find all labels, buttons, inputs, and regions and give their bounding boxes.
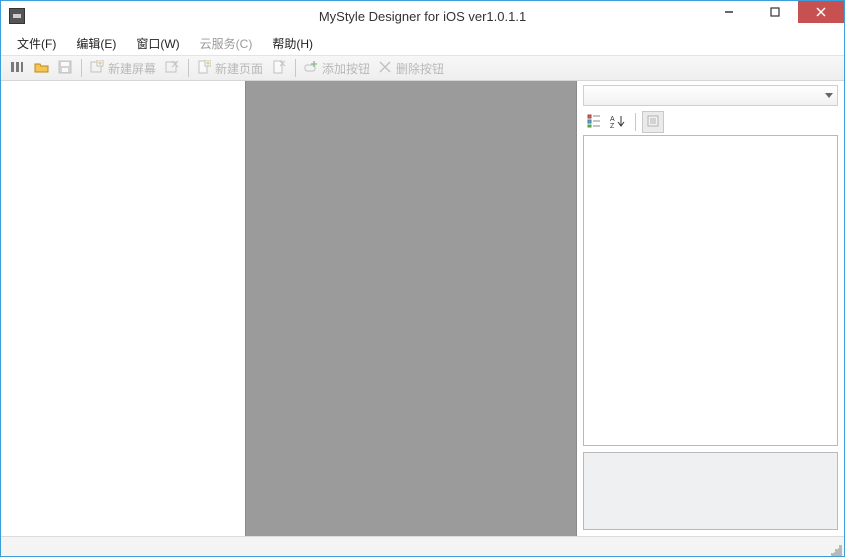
menu-bar: 文件(F) 编辑(E) 窗口(W) 云服务(C) 帮助(H) (1, 31, 844, 55)
property-object-row (577, 81, 844, 109)
property-description (583, 452, 838, 530)
toolbar-separator (295, 59, 296, 77)
menu-file[interactable]: 文件(F) (7, 32, 66, 55)
toolbar: 新建屏幕 新建页面 添加按钮 (1, 55, 844, 81)
toolbar-separator (81, 59, 82, 77)
menu-edit[interactable]: 编辑(E) (66, 32, 126, 55)
toolbar-delete-page-button[interactable] (268, 57, 290, 79)
close-icon (816, 7, 826, 17)
property-pages-button[interactable] (642, 111, 664, 133)
property-grid[interactable] (583, 135, 838, 446)
property-toolbar: A Z (577, 109, 844, 135)
sort-az-icon: A Z (610, 114, 626, 131)
toolbar-new-screen-label: 新建屏幕 (108, 60, 156, 77)
toolbar-new-page-button[interactable]: 新建页面 (194, 57, 266, 79)
toolbar-new-button[interactable] (6, 57, 28, 79)
toolbar-delete-button[interactable]: 删除按钮 (375, 57, 447, 79)
close-button[interactable] (798, 1, 844, 23)
save-icon (58, 60, 72, 77)
new-screen-icon (90, 60, 104, 77)
toolbar-delete-screen-button[interactable] (161, 57, 183, 79)
window-controls (706, 1, 844, 23)
toolbar-new-page-label: 新建页面 (215, 60, 263, 77)
toolbar-new-screen-button[interactable]: 新建屏幕 (87, 57, 159, 79)
toolbar-add-button[interactable]: 添加按钮 (301, 57, 373, 79)
delete-screen-icon (165, 60, 179, 77)
minimize-button[interactable] (706, 1, 752, 23)
main-area: A Z (1, 81, 844, 536)
left-panel (1, 81, 245, 536)
resize-grip[interactable] (828, 542, 842, 556)
toolbar-separator (188, 59, 189, 77)
svg-text:A: A (610, 116, 615, 123)
toolbar-open-button[interactable] (30, 57, 52, 79)
toolbar-delete-button-label: 删除按钮 (396, 60, 444, 77)
maximize-icon (770, 7, 780, 17)
title-bar: MyStyle Designer for iOS ver1.0.1.1 (1, 1, 844, 31)
categorized-icon (587, 114, 601, 131)
menu-window[interactable]: 窗口(W) (126, 32, 189, 55)
app-window: MyStyle Designer for iOS ver1.0.1.1 文件(F… (0, 0, 845, 557)
folder-open-icon (34, 60, 49, 77)
delete-button-icon (378, 60, 392, 77)
app-icon (9, 8, 25, 24)
toolbar-add-button-label: 添加按钮 (322, 60, 370, 77)
toolbar-save-button[interactable] (54, 57, 76, 79)
maximize-button[interactable] (752, 1, 798, 23)
svg-text:Z: Z (610, 123, 615, 128)
property-pages-icon (647, 115, 659, 130)
right-panel: A Z (577, 81, 844, 536)
property-object-combo[interactable] (583, 85, 838, 106)
new-page-icon (197, 60, 211, 77)
add-button-icon (304, 60, 318, 77)
alphabetical-view-button[interactable]: A Z (607, 111, 629, 133)
property-toolbar-separator (635, 113, 636, 131)
align-icon (10, 60, 24, 77)
minimize-icon (724, 7, 734, 17)
categorized-view-button[interactable] (583, 111, 605, 133)
status-bar (1, 536, 844, 556)
delete-page-icon (272, 60, 286, 77)
menu-cloud[interactable]: 云服务(C) (190, 32, 263, 55)
design-canvas[interactable] (245, 81, 577, 536)
menu-help[interactable]: 帮助(H) (262, 32, 323, 55)
